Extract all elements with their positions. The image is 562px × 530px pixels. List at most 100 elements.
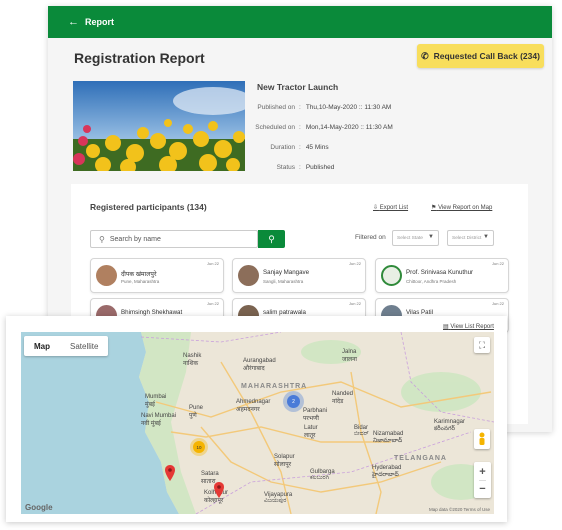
participant-name: दीपक खंमालपुरे (121, 271, 157, 278)
map[interactable]: Map Satellite ⛶ + − Nashik नाशिक Aurangab… (21, 332, 494, 514)
participant-card[interactable]: Prof. Srinivasa Kunuthur Chittoor, Andhr… (375, 258, 509, 293)
map-type-tabs: Map Satellite (24, 336, 109, 356)
map-label-vijayapura: Vijayapura ವಿಜಯಪುರ (264, 492, 292, 505)
map-label-jalna: Jalna जालना (342, 349, 357, 363)
fullscreen-icon[interactable]: ⛶ (474, 337, 490, 353)
location-pin-icon[interactable] (214, 482, 224, 498)
participant-location: Pune, Maharashtra (121, 279, 160, 284)
participant-card[interactable]: दीपक खंमालपुरे Pune, Maharashtra Jun 22 (90, 258, 224, 293)
label-local: నిజామాబాద్ (373, 438, 403, 444)
requested-call-back-button[interactable]: ✆ Requested Call Back (234) (417, 44, 544, 68)
cluster-marker-blue[interactable]: 2 (287, 395, 300, 408)
location-pin-icon[interactable] (165, 465, 175, 481)
zoom-out-button[interactable]: − (479, 480, 486, 497)
meta-value: Thu,10-May-2020 :: 11:30 AM (305, 104, 392, 111)
participant-name: Bhimsingh Shekhawat (121, 309, 183, 316)
label-local: హైదరాబాద్ (372, 472, 399, 478)
export-list-link[interactable]: ⇩ Export List (373, 204, 408, 211)
view-report-on-map-link[interactable]: ⚑ View Report on Map (431, 204, 492, 211)
label-local: लातूर (304, 433, 316, 439)
map-label-latur: Latur लातूर (304, 425, 318, 439)
map-label-nizamabad: Nizamabad నిజామాబాద్ (373, 431, 403, 445)
map-label-bidar: Bidar ಬೀದರ್ (354, 425, 369, 438)
participant-name: salim patrawala (263, 309, 306, 316)
back-arrow-icon[interactable]: ← (68, 16, 79, 28)
participant-name: Prof. Srinivasa Kunuthur (406, 269, 474, 276)
map-label-mumbai: Mumbai मुंबई (145, 394, 166, 408)
map-label-maharashtra: MAHARASHTRA (241, 383, 308, 390)
district-select[interactable]: Select District ▼ (447, 230, 494, 246)
map-label-telangana: TELANGANA (394, 455, 447, 462)
participant-date: Jun 22 (491, 261, 504, 266)
participant-card[interactable]: Sanjay Mangave Sangli, Maharashtra Jun 2… (232, 258, 366, 293)
meta-scheduled: Scheduled on: Mon,14-May-2020 :: 11:30 A… (238, 124, 398, 131)
google-logo: Google (25, 503, 53, 512)
label-local: ಬೀದರ್ (354, 431, 369, 437)
meta-key: Published on (257, 104, 295, 111)
event-title: New Tractor Launch (257, 82, 339, 92)
map-attribution[interactable]: Map data ©2020 Terms of Use (429, 507, 490, 512)
map-card: ▤ View List Report Map Satellite ⛶ + − N… (6, 316, 507, 522)
filtered-on-label: Filtered on (355, 234, 386, 241)
label-local: ವಿಜಯಪುರ (264, 498, 287, 504)
tab-map[interactable]: Map (24, 336, 60, 356)
map-label-karimnagar: Karimnagar కరీంనగర్ (434, 419, 465, 433)
label-local: नवी मुंबई (141, 421, 161, 427)
tab-satellite[interactable]: Satellite (60, 336, 108, 356)
state-select[interactable]: Select State ▼ (392, 230, 439, 246)
view-list-report-link[interactable]: ▤ View List Report (443, 323, 494, 330)
participant-name: Sanjay Mangave (263, 269, 310, 276)
meta-published: Published on: Thu,10-May-2020 :: 11:30 A… (238, 104, 398, 111)
zoom-in-button[interactable]: + (479, 463, 485, 480)
map-label-nashik: Nashik नाशिक (183, 353, 201, 367)
map-label-hyderabad: Hyderabad హైదరాబాద్ (372, 465, 401, 479)
back-label[interactable]: Report (85, 17, 114, 27)
label-local: जालना (342, 357, 357, 363)
map-label-aurangabad: Aurangabad औरंगाबाद (243, 358, 276, 372)
participant-date: Jun 22 (491, 301, 504, 306)
meta-status: Status: Published (238, 164, 398, 171)
view-list-label: View List Report (450, 324, 494, 330)
avatar (238, 265, 259, 286)
map-label-parbhani: Parbhani परभणी (303, 408, 327, 422)
label-local: अहमदनगर (236, 407, 260, 413)
export-label: Export List (379, 205, 409, 211)
zoom-controls: + − (474, 462, 491, 498)
map-label-nanded: Nanded नांदेड (332, 391, 353, 405)
label-text: Nizamabad (373, 431, 404, 437)
meta-value: 45 Mins (305, 144, 329, 151)
meta-value: Mon,14-May-2020 :: 11:30 AM (305, 124, 393, 131)
label-local: औरंगाबाद (243, 366, 265, 372)
view-map-label: View Report on Map (438, 205, 493, 211)
participant-name: Vilas Patil (406, 309, 434, 316)
stage: ← Report Registration Report ✆ Requested… (0, 0, 562, 530)
label-local: ಕಲಬುರಗಿ (310, 475, 330, 481)
avatar (381, 265, 402, 286)
meta-key: Duration (270, 144, 295, 151)
label-local: परभणी (303, 416, 319, 422)
label-text: Nashik (183, 353, 202, 359)
label-local: नाशिक (183, 361, 199, 367)
label-local: पुणे (189, 413, 197, 419)
search-input[interactable]: ⚲ Search by name (90, 230, 258, 248)
participant-date: Jun 22 (206, 301, 219, 306)
avatar (96, 265, 117, 286)
meta-duration: Duration: 45 Mins (238, 144, 398, 151)
callback-label: Requested Call Back (234) (433, 51, 540, 61)
label-text: Pune (189, 405, 204, 411)
street-view-pegman-icon[interactable] (474, 429, 490, 449)
label-text: Nanded (332, 391, 354, 397)
label-text: Parbhani (303, 408, 328, 414)
map-label-gulbarga: Gulbarga ಕಲಬುರಗಿ (310, 469, 335, 482)
page-title: Registration Report (74, 50, 205, 66)
cluster-marker-yellow[interactable]: 10 (193, 441, 205, 453)
label-local: नांदेड (332, 399, 344, 405)
label-local: सोलापूर (274, 462, 292, 468)
list-icon: ▤ (443, 324, 449, 330)
search-placeholder: Search by name (109, 235, 161, 243)
search-button[interactable]: ⚲ (258, 230, 285, 248)
label-text: Karimnagar (434, 419, 466, 425)
participant-date: Jun 22 (348, 301, 361, 306)
map-label-ahmednagar: Ahmednagar अहमदनगर (236, 399, 270, 413)
label-text: Navi Mumbai (141, 413, 177, 419)
